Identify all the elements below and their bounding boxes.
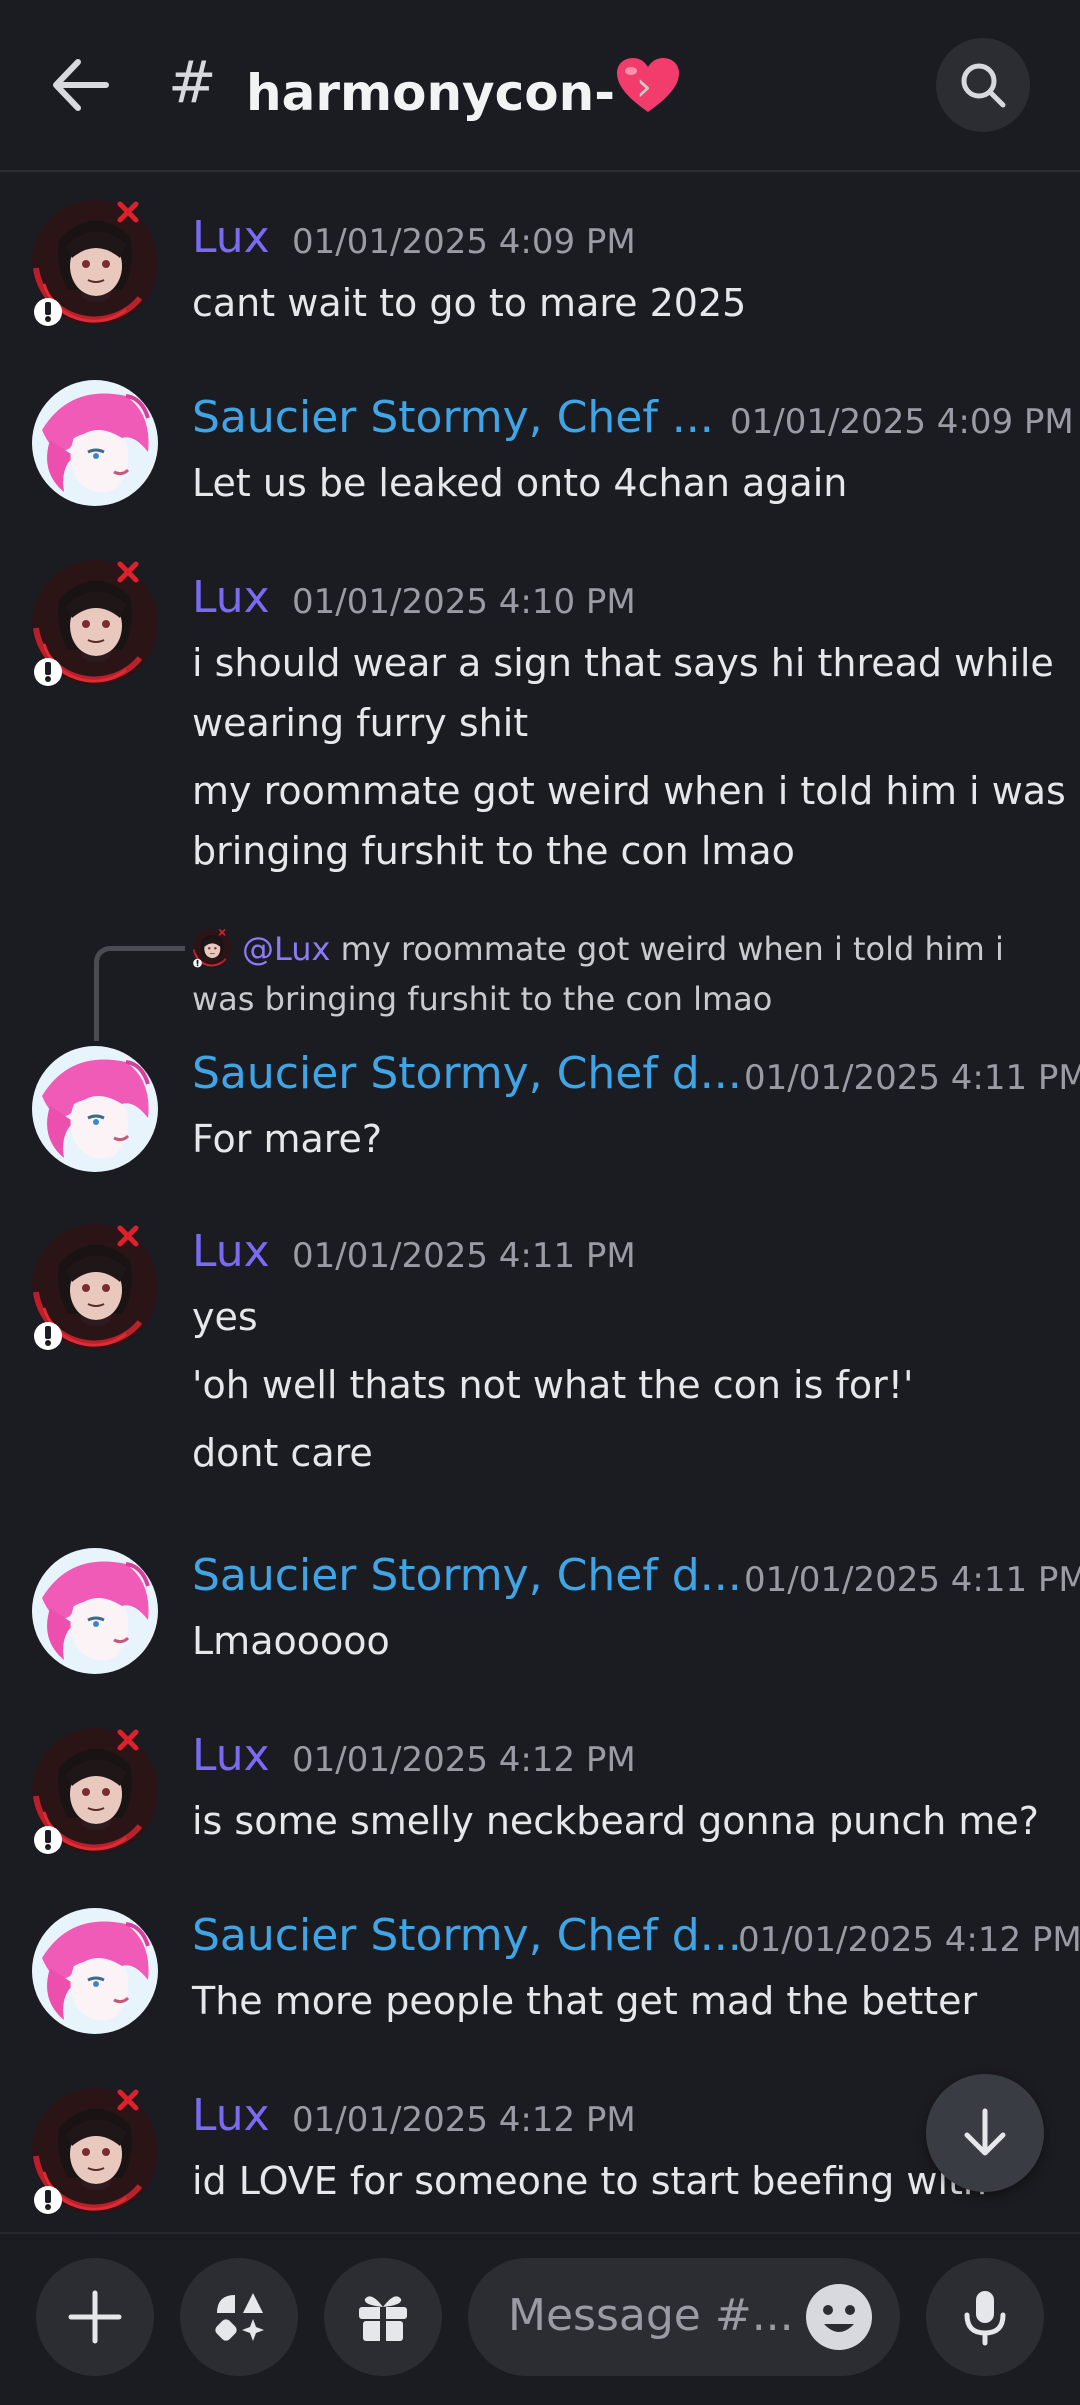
avatar[interactable] — [30, 198, 160, 328]
timestamp: 01/01/2025 4:12 PM — [292, 2100, 636, 2140]
message-text: The more people that get mad the better — [192, 1979, 978, 2023]
reply-mention[interactable]: @Lux — [242, 930, 330, 968]
message-item[interactable]: Lux 01/01/2025 4:09 PM cant wait to go t… — [0, 188, 1080, 378]
message-text: is some smelly neckbeard gonna punch me? — [192, 1799, 1039, 1843]
author-name[interactable]: Lux — [192, 212, 270, 263]
avatar[interactable] — [30, 1222, 160, 1352]
voice-message-button[interactable] — [926, 2258, 1044, 2376]
message-input[interactable]: Message #... — [468, 2258, 900, 2376]
avatar[interactable] — [30, 1726, 160, 1856]
message-text: i should wear a sign that says hi thread… — [192, 641, 1054, 685]
plus-icon — [68, 2290, 122, 2344]
message-text: cant wait to go to mare 2025 — [192, 281, 747, 325]
channel-name: harmonycon- — [246, 64, 615, 122]
timestamp: 01/01/2025 4:11 PM — [744, 1058, 1080, 1098]
avatar[interactable] — [30, 1044, 160, 1174]
channel-chevron[interactable]: › — [636, 64, 652, 110]
reply-preview[interactable]: @Lux my roommate got weird when i told h… — [192, 924, 1004, 974]
message-item[interactable]: Lux 01/01/2025 4:12 PM id LOVE for someo… — [0, 2076, 1080, 2232]
add-attachment-button[interactable] — [36, 2258, 154, 2376]
avatar[interactable] — [30, 1906, 160, 2036]
timestamp: 01/01/2025 4:10 PM — [292, 582, 636, 622]
timestamp: 01/01/2025 4:09 PM — [730, 402, 1074, 442]
message-text: bringing furshit to the con lmao — [192, 829, 795, 873]
timestamp: 01/01/2025 4:11 PM — [292, 1236, 636, 1276]
smile-icon[interactable] — [804, 2282, 874, 2352]
avatar[interactable] — [30, 378, 160, 508]
message-item[interactable]: Lux 01/01/2025 4:12 PM is some smelly ne… — [0, 1716, 1080, 1896]
jump-to-latest-button[interactable] — [926, 2074, 1044, 2192]
author-name[interactable]: Saucier Stormy, Chef d... — [192, 1048, 742, 1099]
timestamp: 01/01/2025 4:12 PM — [292, 1740, 636, 1780]
message-item[interactable]: Lux 01/01/2025 4:11 PM yes 'oh well that… — [0, 1212, 1080, 1542]
arrow-down-icon — [964, 2108, 1006, 2156]
reply-connector — [94, 946, 185, 1041]
microphone-icon — [964, 2291, 1006, 2346]
avatar[interactable] — [30, 1546, 160, 1676]
gift-button[interactable] — [324, 2258, 442, 2376]
author-name[interactable]: Saucier Stormy, Chef d... — [192, 1910, 742, 1961]
reply-avatar — [192, 928, 232, 968]
apps-button[interactable] — [180, 2258, 298, 2376]
timestamp: 01/01/2025 4:11 PM — [744, 1560, 1080, 1600]
message-input-placeholder: Message #... — [508, 2290, 794, 2341]
message-text: 'oh well thats not what the con is for!' — [192, 1363, 914, 1407]
author-name[interactable]: Lux — [192, 1730, 270, 1781]
timestamp: 01/01/2025 4:12 PM — [738, 1920, 1080, 1960]
avatar[interactable] — [30, 558, 160, 688]
reply-text-line: was bringing furshit to the con lmao — [192, 980, 773, 1018]
gift-icon — [359, 2296, 407, 2341]
author-name[interactable]: Lux — [192, 1226, 270, 1277]
message-text: id LOVE for someone to start beefing wit… — [192, 2159, 987, 2203]
back-button[interactable] — [50, 58, 120, 112]
author-name[interactable]: Saucier Stormy, Chef d... — [192, 1550, 742, 1601]
search-icon — [961, 63, 1006, 108]
message-item[interactable]: Saucier Stormy, Chef d... 01/01/2025 4:1… — [0, 1536, 1080, 1716]
message-text: Lmaooooo — [192, 1619, 390, 1663]
message-text: For mare? — [192, 1117, 383, 1161]
message-text: yes — [192, 1295, 258, 1339]
message-text: dont care — [192, 1431, 373, 1475]
author-name[interactable]: Saucier Stormy, Chef ... — [192, 392, 714, 443]
message-item[interactable]: Saucier Stormy, Chef ... 01/01/2025 4:09… — [0, 368, 1080, 548]
arrow-left-icon — [53, 59, 109, 111]
apps-icon — [215, 2293, 264, 2341]
message-list[interactable]: Lux 01/01/2025 4:09 PM cant wait to go t… — [0, 172, 1080, 2232]
message-item[interactable]: Saucier Stormy, Chef d... 01/01/2025 4:1… — [0, 1896, 1080, 2076]
channel-title[interactable]: harmonycon- — [246, 58, 679, 122]
message-text: Let us be leaked onto 4chan again — [192, 461, 848, 505]
message-composer: Message #... — [0, 2232, 1080, 2405]
author-name[interactable]: Lux — [192, 2090, 270, 2141]
message-text: wearing furry shit — [192, 701, 529, 745]
channel-header: # harmonycon- › — [0, 0, 1080, 172]
timestamp: 01/01/2025 4:09 PM — [292, 222, 636, 262]
search-button[interactable] — [936, 38, 1030, 132]
message-text: my roommate got weird when i told him i … — [192, 769, 1066, 813]
author-name[interactable]: Lux — [192, 572, 270, 623]
reply-text-line: my roommate got weird when i told him i — [340, 930, 1004, 968]
avatar[interactable] — [30, 2086, 160, 2216]
channel-hash-icon: # — [168, 48, 217, 116]
